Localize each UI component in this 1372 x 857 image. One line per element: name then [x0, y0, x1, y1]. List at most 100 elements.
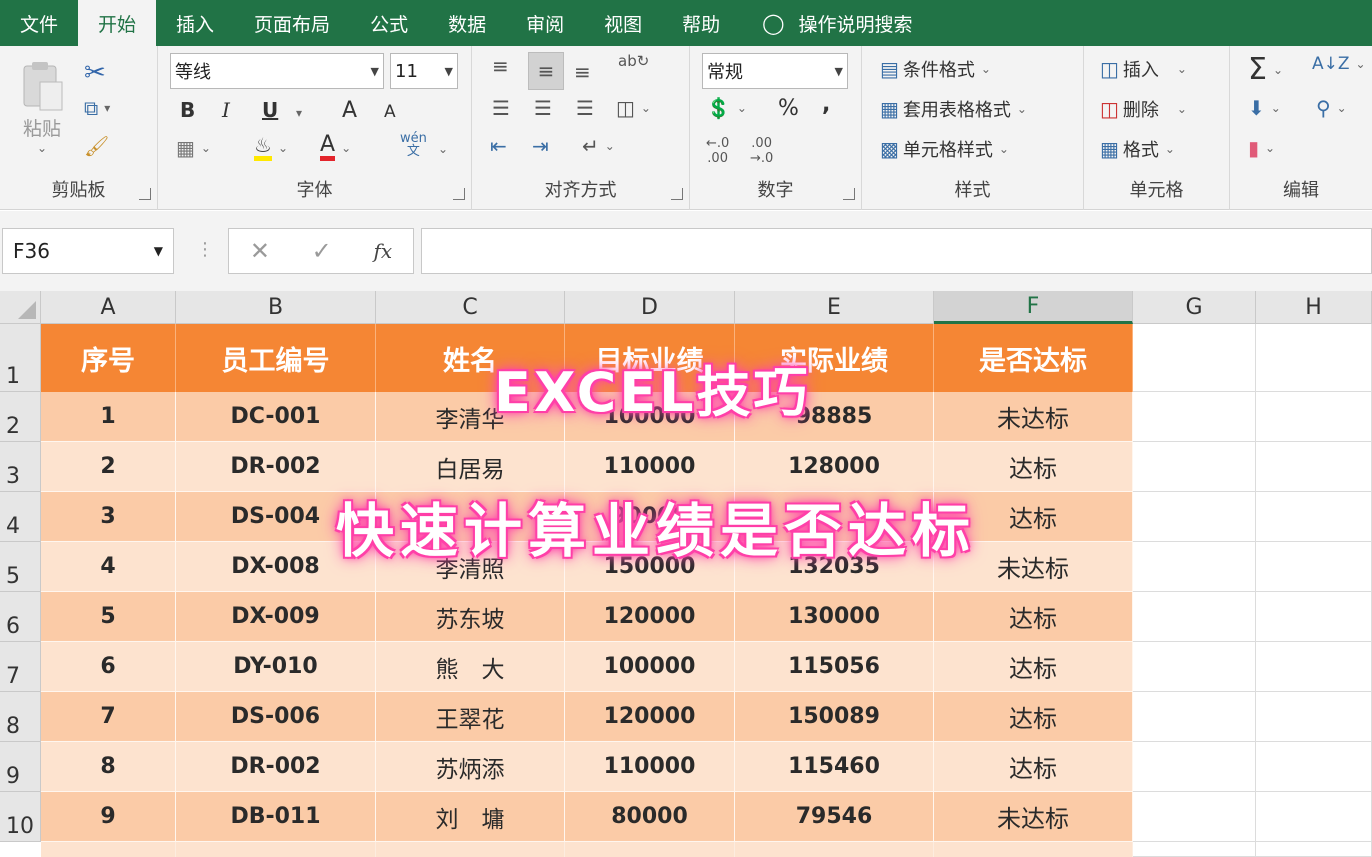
cut-button[interactable]: ✂: [84, 58, 106, 88]
align-bottom-button[interactable]: ≡: [574, 60, 591, 84]
underline-dropdown-icon[interactable]: ▾: [296, 106, 302, 120]
select-all-button[interactable]: [0, 291, 41, 324]
font-color-button[interactable]: A ⌄: [320, 134, 351, 161]
chevron-down-icon[interactable]: ⌄: [278, 141, 288, 155]
column-header-e[interactable]: E: [735, 291, 934, 324]
tab-view[interactable]: 视图: [584, 0, 662, 46]
empty-cell[interactable]: [1256, 742, 1372, 792]
empty-cell[interactable]: [1256, 442, 1372, 492]
table-cell[interactable]: 8: [41, 742, 176, 792]
column-header-a[interactable]: A: [41, 291, 176, 324]
table-cell[interactable]: 115460: [735, 742, 934, 792]
table-cell[interactable]: 苏炳添: [376, 742, 565, 792]
table-cell[interactable]: 6: [41, 642, 176, 692]
table-cell[interactable]: DB-011: [176, 792, 376, 842]
table-cell[interactable]: 120000: [565, 592, 735, 642]
sort-filter-button[interactable]: A↓Z ⌄: [1312, 54, 1366, 74]
table-cell[interactable]: 9: [41, 792, 176, 842]
table-cell[interactable]: 王翠花: [376, 692, 565, 742]
fill-color-button[interactable]: ♨ ⌄: [254, 134, 288, 161]
autosum-button[interactable]: Σ ⌄: [1248, 52, 1283, 87]
row-header-2[interactable]: 2: [0, 392, 41, 442]
table-header-cell[interactable]: 序号: [41, 324, 176, 392]
cell-styles-button[interactable]: ▩ 单元格样式 ⌄: [880, 136, 1009, 162]
table-cell[interactable]: 100000: [565, 642, 735, 692]
table-cell[interactable]: [735, 842, 934, 857]
table-cell[interactable]: 苏东坡: [376, 592, 565, 642]
chevron-down-icon[interactable]: ⌄: [201, 141, 211, 155]
row-header-9[interactable]: 9: [0, 742, 41, 792]
empty-cell[interactable]: [1133, 442, 1256, 492]
copy-dropdown-icon[interactable]: ▾: [104, 101, 110, 115]
comma-button[interactable]: ,: [822, 92, 830, 117]
borders-button[interactable]: ▦ ⌄: [176, 136, 211, 160]
table-cell[interactable]: 达标: [934, 592, 1133, 642]
empty-cell[interactable]: [1256, 642, 1372, 692]
font-name-combo[interactable]: 等线 ▼: [170, 53, 384, 89]
tab-data[interactable]: 数据: [428, 0, 506, 46]
wrap-text-button[interactable]: ↵ ⌄: [582, 134, 615, 158]
table-cell[interactable]: 79546: [735, 792, 934, 842]
table-cell[interactable]: [376, 842, 565, 857]
tab-formulas[interactable]: 公式: [350, 0, 428, 46]
row-header-5[interactable]: 5: [0, 542, 41, 592]
clear-button[interactable]: ▮ ⌄: [1248, 136, 1275, 160]
paste-button[interactable]: 粘贴 ⌄: [18, 60, 66, 155]
chevron-down-icon[interactable]: ⌄: [737, 101, 747, 115]
align-middle-button[interactable]: ≡: [528, 52, 564, 90]
row-header-3[interactable]: 3: [0, 442, 41, 492]
empty-cell[interactable]: [1133, 592, 1256, 642]
chevron-down-icon[interactable]: ⌄: [605, 139, 615, 153]
shrink-font-button[interactable]: A: [384, 102, 396, 122]
column-header-d[interactable]: D: [565, 291, 735, 324]
underline-button[interactable]: U: [262, 98, 278, 122]
table-cell[interactable]: DS-006: [176, 692, 376, 742]
empty-cell[interactable]: [1256, 692, 1372, 742]
increase-decimal-button[interactable]: ←.0.00: [706, 136, 729, 166]
empty-cell[interactable]: [1256, 542, 1372, 592]
align-center-button[interactable]: ☰: [534, 96, 552, 120]
tab-review[interactable]: 审阅: [506, 0, 584, 46]
row-header-8[interactable]: 8: [0, 692, 41, 742]
table-cell[interactable]: 熊 大: [376, 642, 565, 692]
enter-icon[interactable]: ✓: [312, 237, 332, 265]
table-cell[interactable]: 3: [41, 492, 176, 542]
empty-cell[interactable]: [1133, 324, 1256, 392]
table-cell[interactable]: 刘 墉: [376, 792, 565, 842]
drag-handle-icon[interactable]: ⋮: [196, 239, 214, 260]
format-as-table-button[interactable]: ▦ 套用表格格式 ⌄: [880, 96, 1027, 122]
percent-button[interactable]: %: [778, 96, 799, 121]
tab-help[interactable]: 帮助: [662, 0, 740, 46]
table-cell[interactable]: 5: [41, 592, 176, 642]
table-header-cell[interactable]: 是否达标: [934, 324, 1133, 392]
bold-button[interactable]: B: [180, 98, 195, 122]
align-top-button[interactable]: ≡: [492, 54, 509, 78]
delete-cells-button[interactable]: ◫ 删除 ⌄: [1100, 96, 1187, 122]
chevron-down-icon[interactable]: ⌄: [641, 101, 651, 115]
column-header-h[interactable]: H: [1256, 291, 1372, 324]
number-format-combo[interactable]: 常规 ▼: [702, 53, 848, 89]
alignment-launcher-icon[interactable]: [671, 188, 683, 200]
align-right-button[interactable]: ☰: [576, 96, 594, 120]
table-cell[interactable]: 115056: [735, 642, 934, 692]
empty-cell[interactable]: [1133, 492, 1256, 542]
table-cell[interactable]: [934, 842, 1133, 857]
table-cell[interactable]: 1: [41, 392, 176, 442]
table-cell[interactable]: DX-009: [176, 592, 376, 642]
empty-cell[interactable]: [1133, 392, 1256, 442]
column-header-g[interactable]: G: [1133, 291, 1256, 324]
copy-button[interactable]: ⧉ ▾: [84, 96, 110, 120]
empty-cell[interactable]: [1133, 542, 1256, 592]
tab-file[interactable]: 文件: [0, 0, 78, 46]
empty-cell[interactable]: [1256, 592, 1372, 642]
tab-home[interactable]: 开始: [78, 0, 157, 46]
chevron-down-icon[interactable]: ▼: [154, 244, 163, 258]
paste-dropdown-icon[interactable]: ⌄: [37, 141, 47, 155]
table-cell[interactable]: DY-010: [176, 642, 376, 692]
empty-cell[interactable]: [1256, 324, 1372, 392]
phonetic-guide-button[interactable]: wén 文: [400, 132, 427, 158]
italic-button[interactable]: I: [222, 98, 230, 122]
clipboard-launcher-icon[interactable]: [139, 188, 151, 200]
orientation-button[interactable]: ab↻: [618, 52, 649, 70]
table-cell[interactable]: [41, 842, 176, 857]
